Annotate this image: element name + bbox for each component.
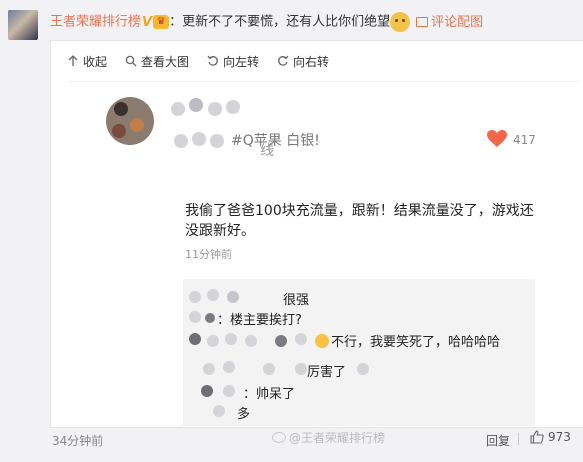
rotate-left-label: 向左转 [223, 54, 260, 69]
pixelated-name [171, 102, 185, 116]
pixelated-avatar-spot [112, 124, 126, 138]
pixelated-avatar-spot [114, 102, 128, 116]
comment-line: 王者荣耀排行榜V ♛ ：更新不了不要慌，还有人比你们绝望 评论配图 [50, 12, 483, 32]
reply-line: 多 [237, 407, 251, 422]
pixelated-reply-author [201, 385, 213, 397]
comment-author[interactable]: 王者荣耀排行榜 [50, 15, 141, 30]
pixelated-reply-author [275, 335, 287, 347]
view-large-label: 查看大图 [141, 54, 190, 69]
avatar[interactable] [8, 10, 38, 40]
pixelated-reply-author [207, 335, 219, 347]
pixelated-reply-author [295, 333, 307, 345]
screenshot-like-count: 417 [513, 133, 536, 147]
pixelated-reply-author [245, 335, 257, 347]
member-crown-icon: ♛ [153, 15, 170, 29]
magnifier-icon [125, 55, 137, 67]
pixelated-name [226, 100, 240, 114]
reply-line: ：帅呆了 [243, 387, 296, 402]
pixelated-reply-author [189, 291, 201, 303]
cat-emoji-icon [390, 12, 411, 32]
footer-divider [518, 433, 519, 445]
comment-picture-link[interactable]: 评论配图 [416, 15, 483, 30]
pixelated-reply-author [295, 363, 307, 375]
pixelated-reply-author [223, 361, 235, 373]
reply-line: ：楼主要挨打? [217, 313, 302, 328]
reply-text: 不行，我要笑死了，哈哈哈哈 [331, 335, 501, 350]
pixelated-reply-author [203, 363, 215, 375]
rotate-left-icon [207, 55, 218, 66]
reply-line: 厉害了 [307, 365, 347, 380]
pixelated-reply-author [223, 385, 235, 397]
pixelated-reply-author [213, 405, 225, 417]
image-icon [416, 16, 429, 27]
rotate-right-label: 向右转 [293, 54, 330, 69]
comment-text: ：更新不了不要慌，还有人比你们绝望 [169, 14, 391, 30]
rotate-right-button[interactable]: 向右转 [277, 52, 329, 70]
pixelated-reply-author [227, 291, 239, 303]
comment-screenshot[interactable]: 线 #Q苹果 白银! 417 我偷了爸爸100块充流量，跟新！结果流量没了，游戏… [68, 81, 578, 445]
pixelated-device [192, 132, 206, 146]
view-large-button[interactable]: 查看大图 [125, 52, 189, 70]
like-count: 973 [548, 430, 571, 444]
screenshot-replies: 很强 ：楼主要挨打? 不行，我要笑死了，哈哈哈哈 厉害了 ：帅呆了 多 [183, 279, 535, 426]
screenshot-post-text: 我偷了爸爸100块充流量，跟新！结果流量没了，游戏还没跟新好。 [185, 203, 534, 239]
reply-line: 不行，我要笑死了，哈哈哈哈 [315, 331, 500, 350]
pixelated-reply-author [189, 311, 201, 323]
pixelated-name [189, 98, 203, 112]
pixelated-name [208, 102, 222, 116]
reply-line: 很强 [283, 293, 310, 308]
pixelated-reply-author [263, 363, 275, 375]
pixelated-avatar-spot [130, 118, 144, 132]
pixelated-device [174, 134, 188, 148]
pixelated-reply-author [189, 333, 201, 345]
comment-timestamp: 34分钟前 [52, 434, 104, 448]
pixelated-reply-author [225, 333, 237, 345]
watermark-text: @王者荣耀排行榜 [289, 431, 386, 445]
arrow-up-icon [68, 55, 78, 66]
thumbs-up-icon [530, 430, 544, 444]
rotate-left-button[interactable]: 向左转 [207, 52, 259, 70]
collapse-button[interactable]: 收起 [67, 52, 107, 70]
like-button[interactable]: 973 [530, 430, 571, 444]
image-toolbar: 收起 查看大图 向左转 向右转 [67, 52, 329, 70]
rotate-right-icon [278, 55, 289, 66]
pixelated-reply-author [357, 363, 369, 375]
screenshot-device-fragment: #Q苹果 白银! [231, 133, 320, 149]
heart-icon [487, 130, 507, 147]
weibo-watermark: @王者荣耀排行榜 [272, 429, 385, 446]
pixelated-reply-author [207, 289, 219, 301]
image-viewer-panel: 收起 查看大图 向左转 向右转 线 #Q苹果 白银! 417 我偷了爸爸100块… [50, 40, 583, 445]
pixelated-device [210, 134, 224, 148]
verified-v-icon: V [142, 14, 153, 30]
weibo-logo-icon [272, 432, 286, 443]
pixelated-reply-author [205, 313, 215, 323]
comment-picture-label: 评论配图 [431, 14, 484, 30]
reply-button[interactable]: 回复 [486, 432, 510, 449]
collapse-label: 收起 [83, 54, 108, 69]
screenshot-post-time: 11分钟前 [185, 248, 232, 261]
laugh-emoji-icon [315, 334, 329, 348]
